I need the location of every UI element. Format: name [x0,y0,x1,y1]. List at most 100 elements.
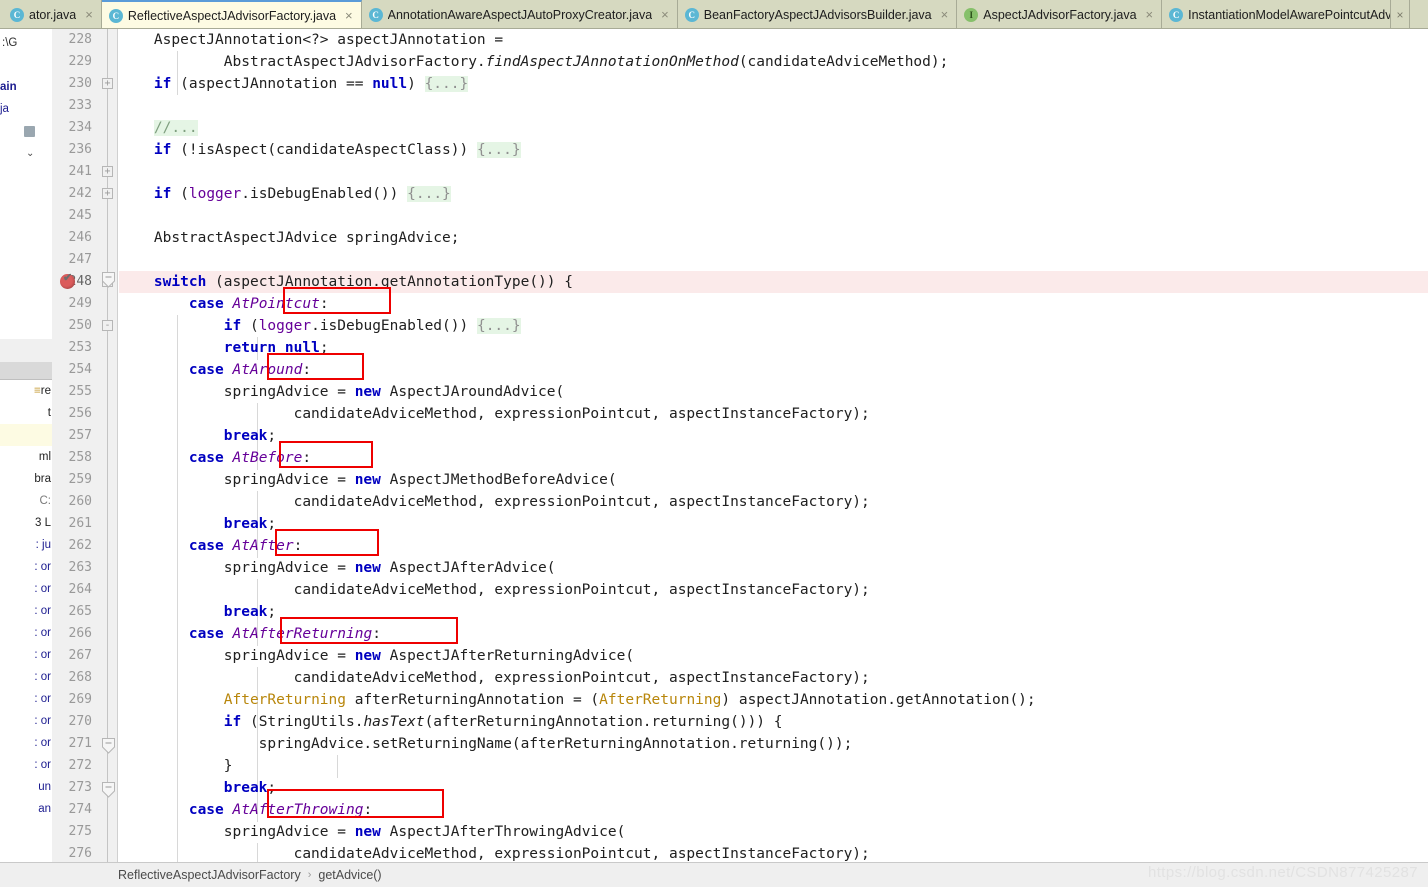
code-line[interactable]: springAdvice = new AspectJAfterThrowingA… [119,821,1428,843]
console-line: : or [34,693,51,705]
tree-item[interactable] [0,54,52,76]
line-number: 254 [68,362,92,377]
close-icon[interactable]: × [83,8,95,21]
console-line: un [38,781,51,793]
line-number: 274 [68,802,92,817]
line-number: 261 [68,516,92,531]
close-icon[interactable]: × [1144,8,1156,21]
line-number: 250 [68,318,92,333]
line-number: 258 [68,450,92,465]
breadcrumb-class[interactable]: ReflectiveAspectJAdvisorFactory [118,868,301,882]
code-line[interactable]: candidateAdviceMethod, expressionPointcu… [119,667,1428,689]
code-line[interactable]: //... [119,117,1428,139]
code-line[interactable]: if (StringUtils.hasText(afterReturningAn… [119,711,1428,733]
line-number: 262 [68,538,92,553]
code-line[interactable]: case AtAround: [119,359,1428,381]
tree-item[interactable]: ja [0,98,52,120]
code-line[interactable]: springAdvice = new AspectJAroundAdvice( [119,381,1428,403]
code-line[interactable]: candidateAdviceMethod, expressionPointcu… [119,579,1428,601]
code-line[interactable]: if (logger.isDebugEnabled()) {...} [119,183,1428,205]
code-line[interactable]: case AtAfter: [119,535,1428,557]
editor-tab-4[interactable]: I AspectJAdvisorFactory.java × [957,0,1163,28]
line-number: 259 [68,472,92,487]
line-number: 267 [68,648,92,663]
console-toolbar [0,362,52,380]
fold-expand-icon[interactable]: + [102,188,113,199]
code-line[interactable]: springAdvice = new AspectJMethodBeforeAd… [119,469,1428,491]
line-number: 229 [68,54,92,69]
code-line[interactable]: case AtPointcut: [119,293,1428,315]
code-line[interactable]: if (!isAspect(candidateAspectClass)) {..… [119,139,1428,161]
class-icon: C [1169,7,1184,22]
editor-tab-3[interactable]: C BeanFactoryAspectJAdvisorsBuilder.java… [677,0,958,28]
tree-item[interactable] [0,120,52,142]
console-line: t [47,407,51,419]
tree-item-label: ja [0,103,9,115]
code-line[interactable]: break; [119,777,1428,799]
editor-tab-2[interactable]: C AnnotationAwareAspectJAutoProxyCreator… [361,0,678,28]
code-line[interactable]: springAdvice.setReturningName(afterRetur… [119,733,1428,755]
code-line[interactable]: break; [119,513,1428,535]
class-icon: C [368,7,383,22]
editor-tab-0[interactable]: C ator.java × [0,0,102,28]
fold-collapse-icon[interactable] [102,272,115,288]
console-line: : or [34,649,51,661]
code-line[interactable]: break; [119,425,1428,447]
tree-item[interactable]: :\G [0,32,52,54]
code-line[interactable]: if (aspectJAnnotation == null) {...} [119,73,1428,95]
fold-collapse-icon[interactable] [102,782,115,798]
code-line[interactable]: case AtAfterThrowing: [119,799,1428,821]
close-icon[interactable]: × [1390,0,1409,28]
close-icon[interactable]: × [939,8,951,21]
line-number: 257 [68,428,92,443]
code-editor[interactable]: 228 229 230 233 234 236 241 242 245 246 … [52,29,1428,862]
code-line[interactable]: candidateAdviceMethod, expressionPointcu… [119,843,1428,862]
code-line[interactable]: springAdvice = new AspectJAfterReturning… [119,645,1428,667]
code-line[interactable]: break; [119,601,1428,623]
code-line[interactable] [119,161,1428,183]
code-line[interactable]: } [119,755,1428,777]
code-line[interactable]: candidateAdviceMethod, expressionPointcu… [119,491,1428,513]
fold-expand-icon[interactable]: + [102,166,113,177]
console-line: bra [34,473,51,485]
editor-tab-5[interactable]: C InstantiationModelAwarePointcutAdvisor… [1162,0,1428,28]
code-line[interactable]: return null; [119,337,1428,359]
chevron-down-icon[interactable]: ⌄ [26,148,34,159]
code-content[interactable]: AspectJAnnotation<?> aspectJAnnotation =… [119,29,1428,862]
console-panel[interactable]: ≡ re t ml bra C: 3 L : ju : or : or : or … [0,362,52,862]
code-line[interactable]: AspectJAnnotation<?> aspectJAnnotation = [119,29,1428,51]
editor-gutter[interactable]: 228 229 230 233 234 236 241 242 245 246 … [52,29,118,862]
console-line: : or [34,605,51,617]
left-tool-panels: :\G ain ja ⌄ ≡ re t ml bra C: 3 L: ju:… [0,29,52,862]
code-line[interactable]: case AtAfterReturning: [119,623,1428,645]
breadcrumb-method[interactable]: getAdvice() [318,868,381,882]
code-line[interactable]: springAdvice = new AspectJAfterAdvice( [119,557,1428,579]
code-line[interactable]: AbstractAspectJAdvice springAdvice; [119,227,1428,249]
tree-item-label: :\G [2,37,18,49]
code-line[interactable] [119,95,1428,117]
fold-collapse-icon[interactable] [102,738,115,754]
project-tree-panel[interactable]: :\G ain ja ⌄ [0,29,52,339]
code-line[interactable] [119,249,1428,271]
tree-item[interactable]: ⌄ [0,142,52,164]
line-number: 246 [68,230,92,245]
code-line[interactable]: if (logger.isDebugEnabled()) {...} [119,315,1428,337]
more-tabs-icon[interactable] [1409,0,1428,28]
code-line[interactable]: AfterReturning afterReturningAnnotation … [119,689,1428,711]
code-folding-column[interactable]: + + + + - [98,29,118,862]
close-icon[interactable]: × [659,8,671,21]
editor-tab-1[interactable]: C ReflectiveAspectJAdvisorFactory.java × [101,0,362,28]
tree-item[interactable]: ain [0,76,52,98]
close-icon[interactable]: × [343,9,355,22]
line-number: 275 [68,824,92,839]
fold-expand-icon[interactable]: - [102,320,113,331]
code-line[interactable] [119,205,1428,227]
breakpoint-marker[interactable] [60,271,75,289]
fold-expand-icon[interactable]: + [102,78,113,89]
class-icon: C [684,7,699,22]
code-line-current[interactable]: switch (aspectJAnnotation.getAnnotationT… [119,271,1428,293]
code-line[interactable]: case AtBefore: [119,447,1428,469]
console-line: 3 L [35,517,51,529]
code-line[interactable]: AbstractAspectJAdvisorFactory.findAspect… [119,51,1428,73]
code-line[interactable]: candidateAdviceMethod, expressionPointcu… [119,403,1428,425]
